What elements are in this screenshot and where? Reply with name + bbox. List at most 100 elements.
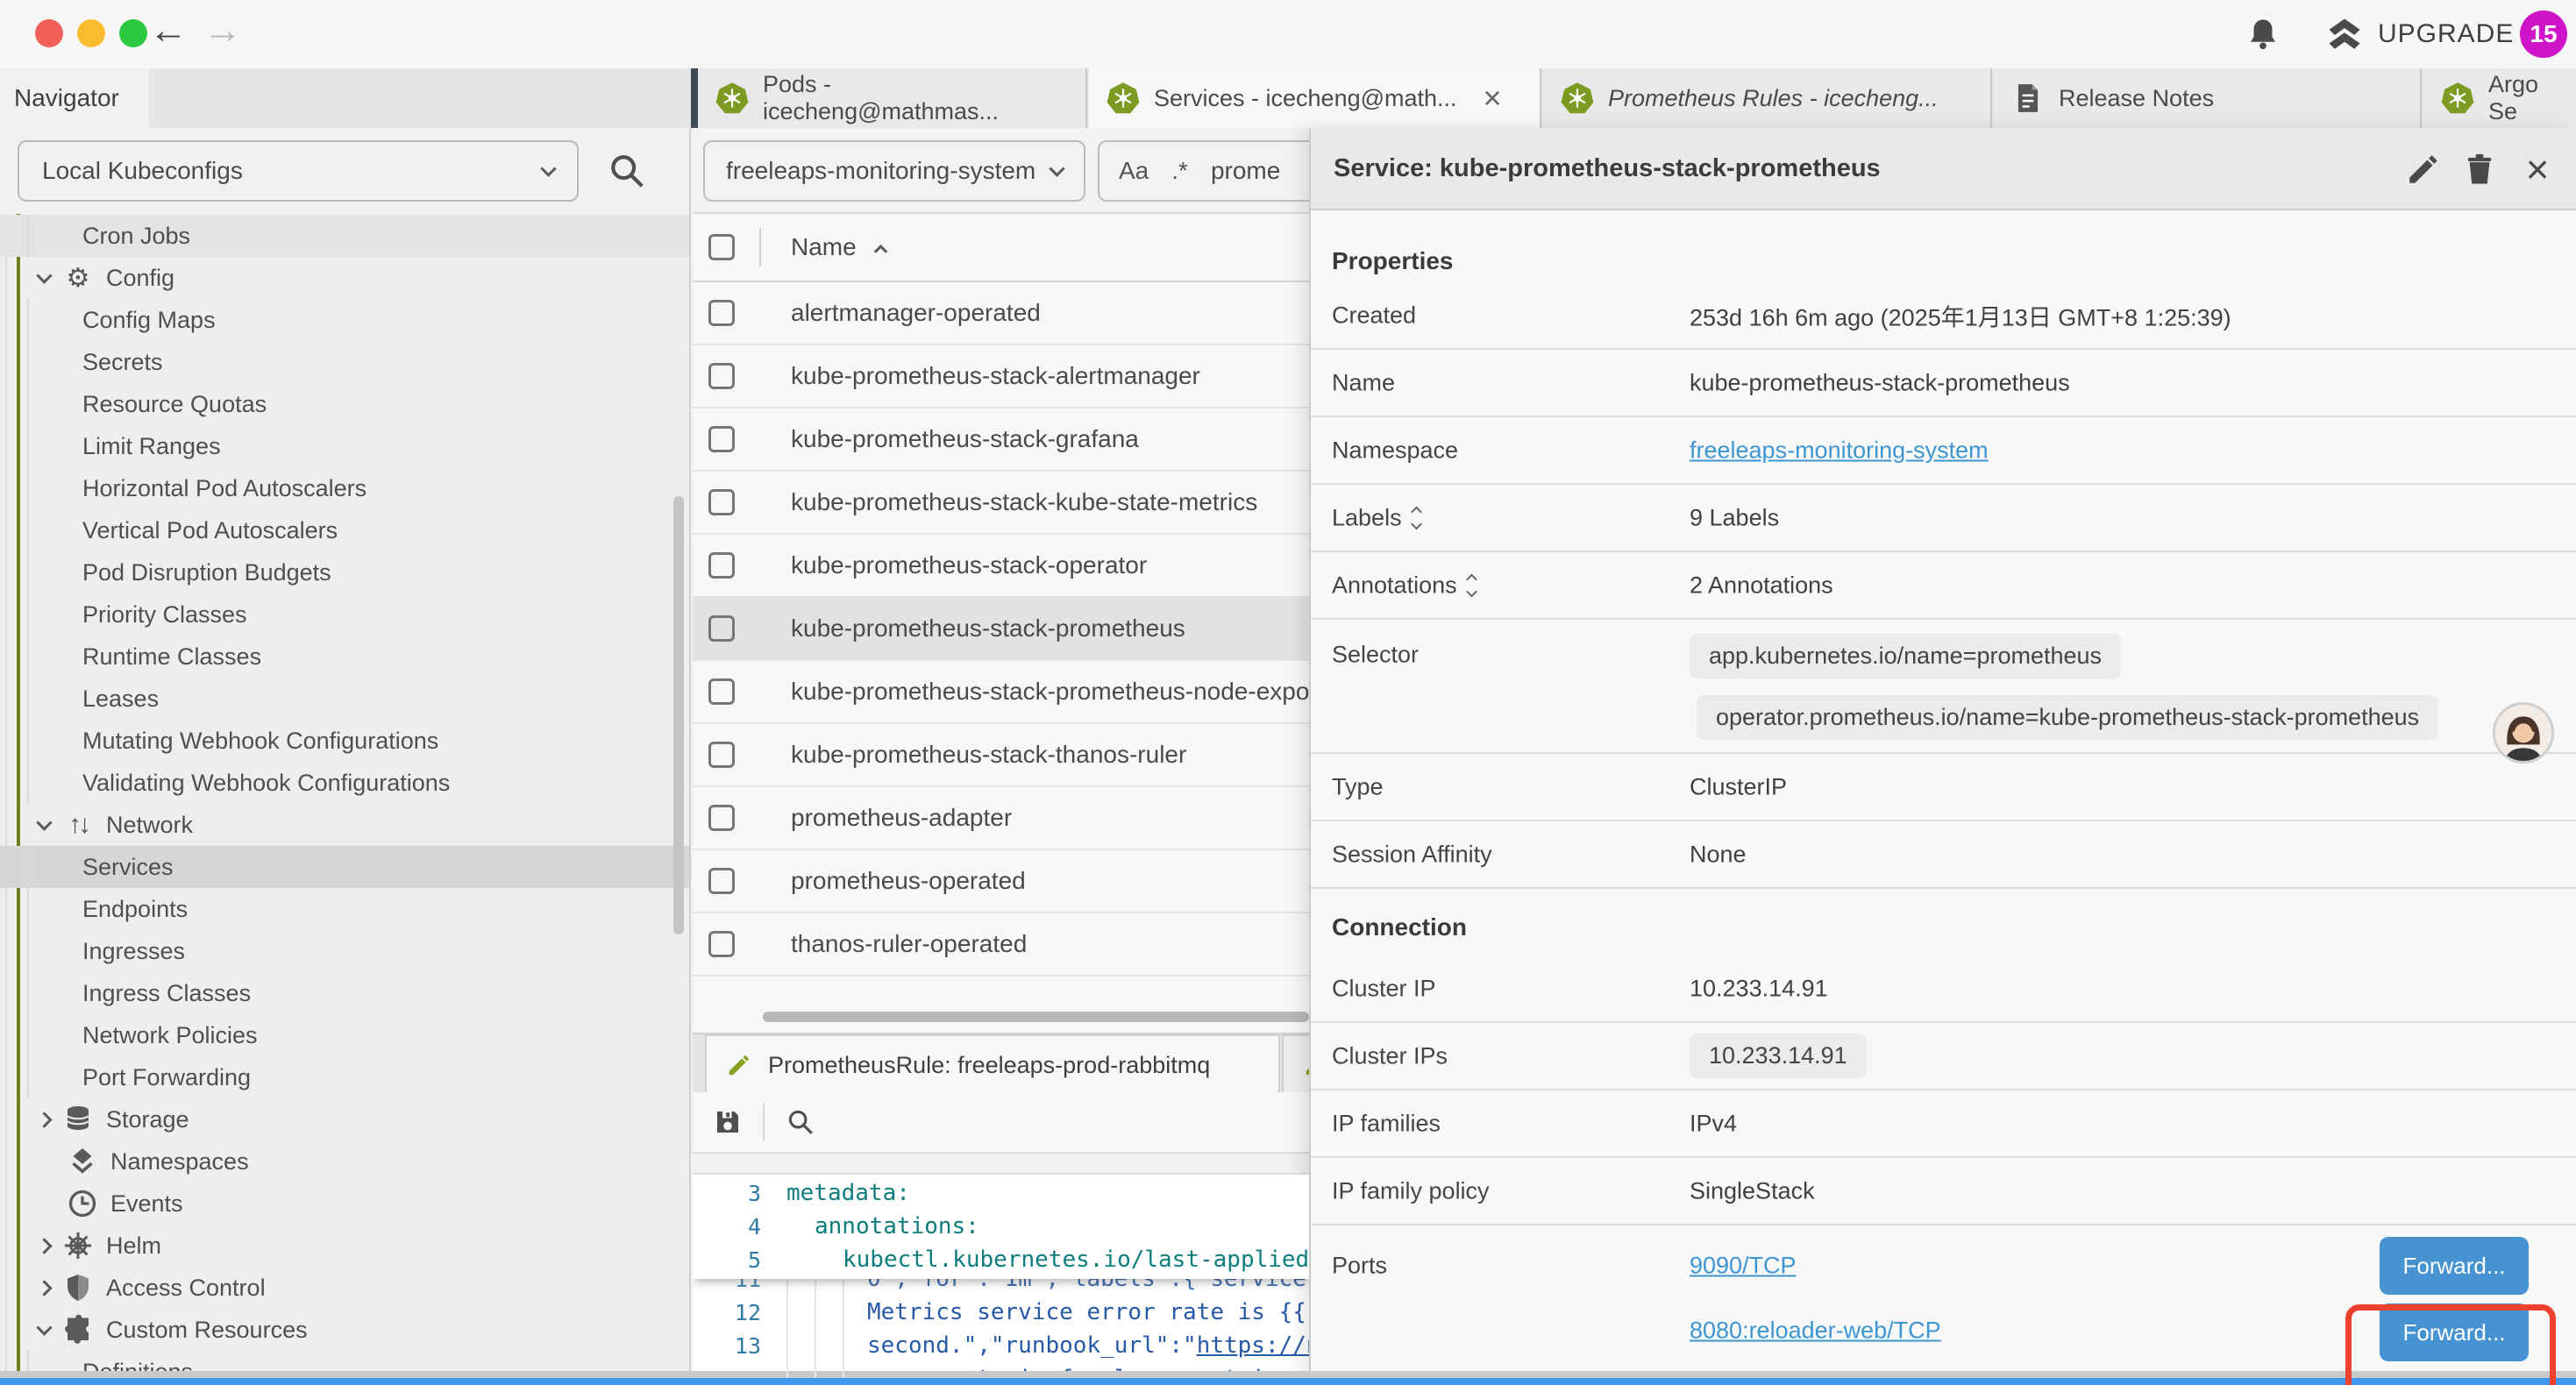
sidebar-item-services[interactable]: Services [0,846,691,888]
sidebar-item-leases[interactable]: Leases [0,678,691,720]
editor-tab-prometheusrule[interactable]: PrometheusRule: freeleaps-prod-rabbitmq [705,1034,1280,1094]
row-checkbox[interactable] [708,552,735,579]
horizontal-scrollbar[interactable] [693,1010,1309,1024]
table-row[interactable]: kube-prometheus-stack-grafana [693,408,1309,472]
table-row[interactable]: kube-prometheus-stack-operator [693,535,1309,598]
tab-pods[interactable]: Pods - icecheng@mathmas... [698,68,1087,128]
row-checkbox[interactable] [708,300,735,326]
property-row-annotations: Annotations 2 Annotations [1311,552,2576,620]
row-checkbox[interactable] [708,615,735,642]
forward-arrow-icon[interactable]: → [203,9,242,53]
sidebar-item-events[interactable]: Events [0,1183,691,1225]
edit-pencil-icon[interactable] [2405,151,2442,188]
close-drawer-icon[interactable]: × [2519,151,2556,188]
macos-close-button[interactable] [35,19,63,47]
sidebar-item-cron-jobs[interactable]: Cron Jobs [0,215,691,257]
macos-zoom-button[interactable] [119,19,147,47]
row-checkbox[interactable] [708,363,735,389]
kubeconfig-select[interactable]: Local Kubeconfigs [18,140,579,202]
sidebar-item-secrets[interactable]: Secrets [0,341,691,383]
sidebar-item-network-policies[interactable]: Network Policies [0,1014,691,1056]
macos-minimize-button[interactable] [77,19,105,47]
sidebar-item-endpoints[interactable]: Endpoints [0,888,691,930]
sidebar-item-helm[interactable]: Helm [0,1225,691,1267]
row-checkbox[interactable] [708,489,735,515]
sidebar-item-limit-ranges[interactable]: Limit Ranges [0,425,691,467]
sort-ascending-icon[interactable] [873,244,887,258]
sidebar-item-port-forwarding[interactable]: Port Forwarding [0,1056,691,1098]
row-checkbox[interactable] [708,742,735,768]
app-window: ← → UPGRADE 15 Navigator Pods - icecheng… [0,0,2576,1385]
sidebar-item-priority-classes[interactable]: Priority Classes [0,593,691,636]
row-checkbox[interactable] [708,868,735,894]
layers-icon [67,1146,98,1177]
sidebar-item-ingress-classes[interactable]: Ingress Classes [0,972,691,1014]
sidebar-item-ingresses[interactable]: Ingresses [0,930,691,972]
port-link-9090[interactable]: 9090/TCP [1690,1253,1797,1280]
tab-services[interactable]: Services - icecheng@math... × [1089,68,1541,128]
sidebar-item-horizontal-pod-autoscalers[interactable]: Horizontal Pod Autoscalers [0,467,691,509]
table-row-selected[interactable]: kube-prometheus-stack-prometheus [693,598,1309,661]
sidebar-item-mutating-webhook-configurations[interactable]: Mutating Webhook Configurations [0,720,691,762]
sidebar-item-runtime-classes[interactable]: Runtime Classes [0,636,691,678]
sidebar-item-custom-resources[interactable]: Custom Resources [0,1309,691,1351]
row-checkbox[interactable] [708,426,735,452]
editor-search-icon[interactable] [786,1107,815,1137]
expand-collapse-icon[interactable] [1468,575,1476,595]
name-column-header[interactable]: Name [791,233,857,261]
sidebar-item-storage[interactable]: Storage [0,1098,691,1140]
editor-tab-next[interactable] [1282,1034,1309,1094]
forward-button-9090[interactable]: Forward... [2380,1237,2529,1295]
table-row[interactable]: thanos-ruler-operated [693,913,1309,977]
sidebar-item-pod-disruption-budgets[interactable]: Pod Disruption Budgets [0,551,691,593]
sidebar-item-config[interactable]: ⚙Config [0,257,691,299]
sidebar-item-vertical-pod-autoscalers[interactable]: Vertical Pod Autoscalers [0,509,691,551]
row-checkbox[interactable] [708,931,735,957]
property-row-labels: Labels 9 Labels [1311,485,2576,552]
table-row[interactable]: kube-prometheus-stack-kube-state-metrics [693,472,1309,535]
table-row[interactable]: kube-prometheus-stack-alertmanager [693,345,1309,408]
runbook-url-link[interactable]: https://net [1197,1332,1309,1359]
expand-collapse-icon[interactable] [1413,508,1420,528]
table-row[interactable]: prometheus-operated [693,850,1309,913]
save-icon[interactable] [712,1106,744,1138]
table-row[interactable]: kube-prometheus-stack-thanos-ruler [693,724,1309,787]
row-checkbox[interactable] [708,805,735,831]
close-tab-icon[interactable]: × [1484,82,1502,114]
sidebar-item-config-maps[interactable]: Config Maps [0,299,691,341]
namespace-link[interactable]: freeleaps-monitoring-system [1690,437,1989,464]
delete-trash-icon[interactable] [2461,151,2498,188]
table-row[interactable]: kube-prometheus-stack-prometheus-node-ex… [693,661,1309,724]
sidebar-item-network[interactable]: ↑↓Network [0,804,691,846]
table-row[interactable]: alertmanager-operated [693,282,1309,345]
table-row[interactable]: prometheus-adapter [693,787,1309,850]
row-checkbox[interactable] [708,678,735,705]
upgrade-label[interactable]: UPGRADE [2378,19,2514,49]
regex-toggle[interactable]: .* [1171,157,1188,185]
user-avatar[interactable] [2493,702,2554,764]
sidebar-item-access-control[interactable]: Access Control [0,1267,691,1309]
notifications-bell-icon[interactable] [2245,16,2281,53]
table-header: Name [693,214,1309,282]
tab-argo[interactable]: Argo Se [2423,68,2576,128]
property-row-ip-families: IP families IPv4 [1311,1090,2576,1158]
select-all-checkbox[interactable] [708,234,735,260]
namespace-select[interactable]: freeleaps-monitoring-system [703,140,1085,202]
port-link-8080[interactable]: 8080:reloader-web/TCP [1690,1318,1941,1345]
tab-release-notes[interactable]: Release Notes [1994,68,2422,128]
sidebar-item-resource-quotas[interactable]: Resource Quotas [0,383,691,425]
yaml-editor[interactable]: 11 0","for":"1m","labels":{"service":" 3… [693,1175,1309,1378]
table-search-input[interactable]: Aa .* prome [1098,140,1309,202]
match-case-toggle[interactable]: Aa [1119,157,1149,185]
upgrade-icon[interactable] [2325,16,2364,53]
selector-chip: app.kubernetes.io/name=prometheus [1690,634,2121,678]
notification-count-badge[interactable]: 15 [2520,11,2567,58]
back-arrow-icon[interactable]: ← [149,9,188,53]
property-row-created: Created 253d 16h 6m ago (2025年1月13日 GMT+… [1311,282,2576,350]
navigator-panel-tab[interactable]: Navigator [0,68,149,128]
sidebar-scrollbar[interactable] [673,496,684,934]
sidebar-item-validating-webhook-configurations[interactable]: Validating Webhook Configurations [0,762,691,804]
sidebar-item-namespaces[interactable]: Namespaces [0,1140,691,1183]
tab-prometheus-rules[interactable]: Prometheus Rules - icecheng... [1543,68,1992,128]
search-icon[interactable] [607,151,647,191]
